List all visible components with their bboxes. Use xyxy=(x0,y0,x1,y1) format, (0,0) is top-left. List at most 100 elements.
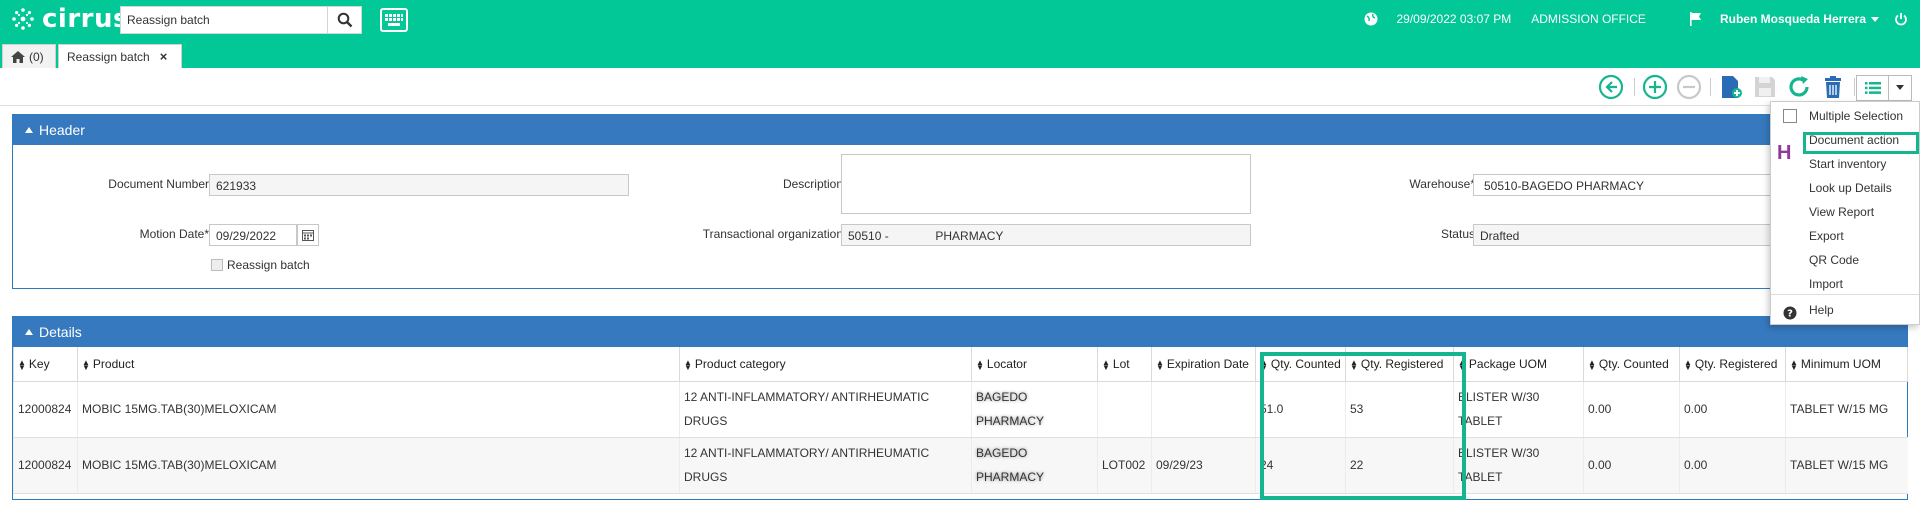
cell-qty-counted-2: 0.00 xyxy=(1583,381,1680,438)
menu-item-multiple-selection[interactable]: Multiple Selection xyxy=(1809,106,1903,126)
warehouse-field[interactable]: 50510-BAGEDO PHARMACY xyxy=(1473,174,1773,196)
app-logo[interactable]: cirrus xyxy=(10,4,129,34)
tab-strip: (0) Reassign batch × xyxy=(0,38,1920,68)
home-icon xyxy=(11,50,25,63)
flag-icon[interactable] xyxy=(1688,11,1704,27)
column-header[interactable]: ▲ ▼ Product xyxy=(77,347,680,382)
refresh-icon[interactable] xyxy=(1786,74,1812,100)
search-input[interactable]: Reassign batch xyxy=(120,6,328,34)
document-number-label: Document Number xyxy=(108,177,209,191)
sort-icon: ▲ ▼ xyxy=(976,357,984,372)
chevron-down-icon xyxy=(1896,85,1904,90)
reassign-batch-checkbox[interactable] xyxy=(211,259,223,271)
menu-item-help[interactable]: Help xyxy=(1809,300,1834,320)
details-panel: Details ▲ ▼ Key ▲ ▼ Product ▲ ▼ Product catego… xyxy=(12,316,1908,500)
cell-qty-counted-2: 0.00 xyxy=(1583,437,1680,494)
menu-item-export[interactable]: Export xyxy=(1809,226,1844,246)
cell-product: MOBIC 15MG.TAB(30)MELOXICAM xyxy=(77,381,680,438)
tab-label: Reassign batch xyxy=(67,49,150,64)
menu-item-import[interactable]: Import xyxy=(1809,274,1843,294)
keyboard-button[interactable] xyxy=(380,8,408,32)
cell-minimum-uom: TABLET W/15 MG xyxy=(1785,437,1908,494)
keyboard-icon xyxy=(385,14,403,26)
svg-text:?: ? xyxy=(1787,309,1793,320)
menu-item-document-action[interactable]: Document action xyxy=(1809,130,1899,150)
actions-menu-button[interactable] xyxy=(1856,75,1912,101)
column-header[interactable]: ▲ ▼ Lot xyxy=(1097,347,1152,382)
collapse-icon xyxy=(25,329,33,335)
cell-qty-counted[interactable]: 51.0 xyxy=(1255,381,1346,438)
column-header[interactable]: ▲ ▼ Qty. Counted xyxy=(1583,347,1680,382)
details-panel-toggle[interactable]: Details xyxy=(13,317,1907,347)
transactional-org-field[interactable]: 50510 - PHARMACY xyxy=(841,224,1251,246)
search-icon xyxy=(337,12,352,28)
column-header[interactable]: ▲ ▼ Qty. Counted xyxy=(1255,347,1346,382)
cell-lot xyxy=(1097,381,1152,438)
back-icon[interactable] xyxy=(1598,74,1624,100)
tab-home[interactable]: (0) xyxy=(2,44,56,68)
save-icon xyxy=(1755,77,1775,97)
sort-icon: ▲ ▼ xyxy=(18,357,26,372)
sort-icon: ▲ ▼ xyxy=(82,357,90,372)
column-header[interactable]: ▲ ▼ Key xyxy=(13,347,78,382)
header-panel: Header Document Number 621933 Descriptio… xyxy=(12,114,1908,289)
menu-item-look-up-details[interactable]: Look up Details xyxy=(1809,178,1892,198)
cell-qty-registered: 22 xyxy=(1345,437,1454,494)
cell-product: MOBIC 15MG.TAB(30)MELOXICAM xyxy=(77,437,680,494)
column-header[interactable]: ▲ ▼ Package UOM xyxy=(1453,347,1584,382)
column-header[interactable]: ▲ ▼ Product category xyxy=(679,347,972,382)
table-row[interactable]: 12000824 MOBIC 15MG.TAB(30)MELOXICAM 12 … xyxy=(13,381,1908,438)
motion-date-field[interactable]: 09/29/2022 xyxy=(209,224,297,246)
motion-date-label: Motion Date* xyxy=(139,227,209,241)
cell-locator: BAGEDO PHARMACY xyxy=(971,437,1098,494)
column-header[interactable]: ▲ ▼ Qty. Registered xyxy=(1679,347,1786,382)
menu-item-qr-code[interactable]: QR Code xyxy=(1809,250,1859,270)
new-document-icon[interactable] xyxy=(1718,74,1744,100)
cell-category: 12 ANTI-INFLAMMATORY/ ANTIRHEUMATIC DRUG… xyxy=(679,437,972,494)
tab-reassign-batch[interactable]: Reassign batch × xyxy=(58,44,182,68)
toolbar-divider xyxy=(1634,78,1635,96)
chevron-down-icon[interactable] xyxy=(1870,14,1880,24)
remove-icon xyxy=(1676,74,1702,100)
status-label: Status xyxy=(1440,227,1475,241)
annotation-mark: H xyxy=(1777,142,1792,164)
trash-icon[interactable] xyxy=(1820,74,1846,100)
description-label: Description xyxy=(782,177,843,191)
sort-icon: ▲ ▼ xyxy=(1156,357,1164,372)
column-header[interactable]: ▲ ▼ Qty. Registered xyxy=(1345,347,1454,382)
toolbar xyxy=(0,68,1920,106)
table-row[interactable]: 12000824 MOBIC 15MG.TAB(30)MELOXICAM 12 … xyxy=(13,437,1908,494)
help-icon: ? xyxy=(1783,306,1797,320)
header-panel-title: Header xyxy=(39,122,85,138)
globe-icon[interactable] xyxy=(1363,11,1379,27)
sort-icon: ▲ ▼ xyxy=(1102,357,1110,372)
sort-icon: ▲ ▼ xyxy=(1588,357,1596,372)
cell-package-uom: BLISTER W/30 TABLET xyxy=(1453,437,1584,494)
transactional-org-label: Transactional organization xyxy=(702,227,843,241)
office-name[interactable]: ADMISSION OFFICE xyxy=(1531,12,1646,26)
cell-expiration: 09/29/23 xyxy=(1151,437,1256,494)
document-number-field[interactable]: 621933 xyxy=(209,174,629,196)
close-icon[interactable]: × xyxy=(160,49,168,64)
table-header-row: ▲ ▼ Key ▲ ▼ Product ▲ ▼ Product category ▲ ▼ Loc… xyxy=(13,347,1908,382)
description-field[interactable] xyxy=(841,154,1251,214)
menu-item-view-report[interactable]: View Report xyxy=(1809,202,1874,222)
datetime: 29/09/2022 03:07 PM xyxy=(1396,12,1512,26)
cell-key: 12000824 xyxy=(13,437,78,494)
power-icon[interactable] xyxy=(1894,12,1908,26)
logo-icon xyxy=(12,8,34,30)
header-panel-toggle[interactable]: Header xyxy=(13,115,1907,145)
column-header[interactable]: ▲ ▼ Locator xyxy=(971,347,1098,382)
calendar-button[interactable] xyxy=(297,224,319,246)
user-name[interactable]: Ruben Mosqueda Herrera xyxy=(1720,12,1866,26)
search-button[interactable] xyxy=(328,6,362,34)
multiple-selection-checkbox[interactable] xyxy=(1783,109,1797,123)
app-name: cirrus xyxy=(42,4,129,34)
cell-qty-counted[interactable]: 24 xyxy=(1255,437,1346,494)
cell-category: 12 ANTI-INFLAMMATORY/ ANTIRHEUMATIC DRUG… xyxy=(679,381,972,438)
menu-divider xyxy=(1771,294,1919,295)
column-header[interactable]: ▲ ▼ Expiration Date xyxy=(1151,347,1256,382)
menu-item-start-inventory[interactable]: Start inventory xyxy=(1809,154,1886,174)
add-icon[interactable] xyxy=(1642,74,1668,100)
column-header[interactable]: ▲ ▼ Minimum UOM xyxy=(1785,347,1908,382)
